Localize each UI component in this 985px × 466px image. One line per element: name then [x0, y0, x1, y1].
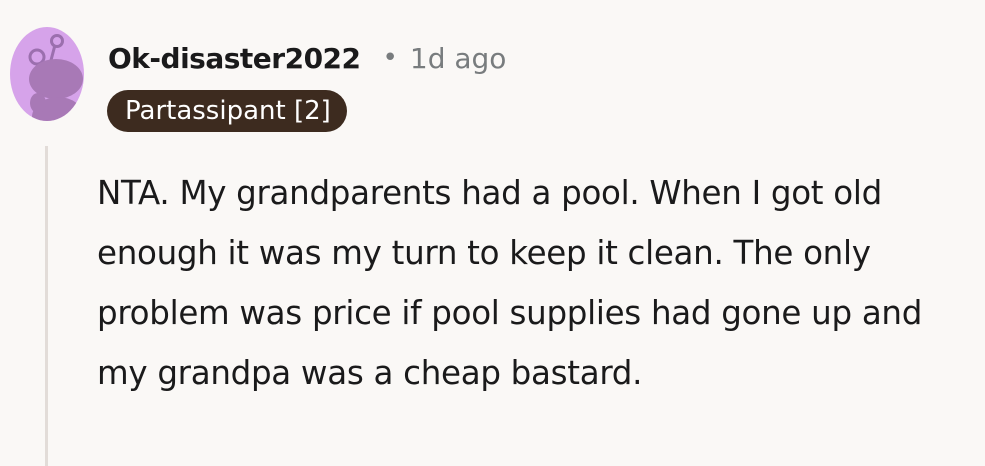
username-link[interactable]: Ok-disaster2022: [108, 42, 361, 75]
timestamp-link[interactable]: 1d ago: [410, 42, 507, 75]
user-flair-badge: Partassipant [2]: [107, 90, 347, 132]
comment-body: NTA. My grandparents had a pool. When I …: [97, 174, 923, 392]
comment-header: Ok-disaster2022 • 1d ago: [108, 38, 506, 78]
snoo-avatar-icon[interactable]: [10, 27, 84, 121]
comment: Ok-disaster2022 • 1d ago Partassipant [2…: [0, 0, 985, 466]
meta-separator: •: [382, 43, 398, 73]
thread-line[interactable]: [45, 146, 48, 466]
